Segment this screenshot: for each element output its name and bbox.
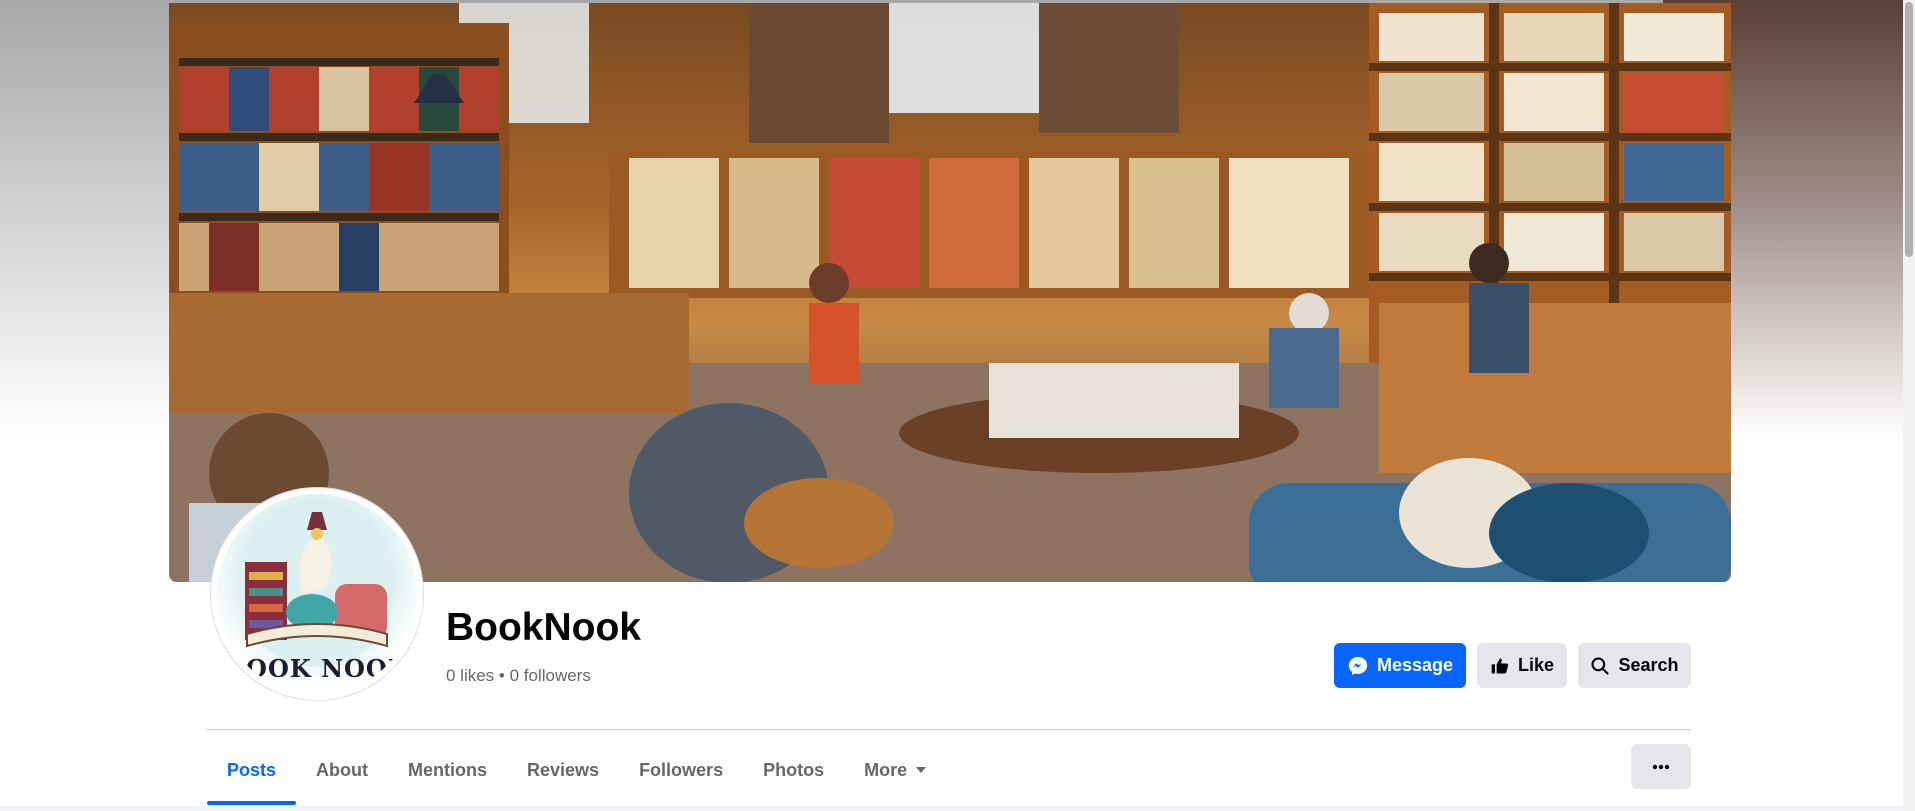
message-button[interactable]: Message (1334, 643, 1466, 688)
tab-followers[interactable]: Followers (619, 735, 743, 805)
tab-mentions[interactable]: Mentions (388, 735, 507, 805)
cover-photo[interactable] (169, 3, 1731, 582)
more-options-button[interactable] (1631, 744, 1691, 789)
ellipsis-icon (1652, 764, 1670, 769)
tab-label: Mentions (408, 759, 488, 780)
like-button[interactable]: Like (1477, 643, 1567, 688)
tab-more[interactable]: More (844, 735, 947, 805)
tab-photos[interactable]: Photos (743, 735, 844, 805)
cover-illustration (169, 3, 1731, 582)
booknook-logo: BOOK NOOK (217, 494, 417, 694)
header-divider (207, 729, 1691, 730)
search-icon (1591, 656, 1610, 675)
search-button[interactable]: Search (1578, 643, 1691, 688)
tab-label: Posts (227, 759, 277, 780)
message-label: Message (1376, 655, 1454, 675)
tab-label: More (864, 759, 908, 780)
tab-label: About (316, 759, 369, 780)
page-stats[interactable]: 0 likes • 0 followers (446, 666, 591, 686)
tab-label: Followers (639, 759, 724, 780)
tab-posts[interactable]: Posts (207, 735, 297, 805)
thumbs-up-icon (1491, 658, 1509, 673)
tab-label: Photos (763, 759, 825, 780)
content-area-edge (0, 806, 1903, 811)
chevron-down-icon (916, 767, 927, 773)
tab-reviews[interactable]: Reviews (507, 735, 619, 805)
messenger-icon (1348, 656, 1368, 675)
search-label: Search (1618, 655, 1679, 675)
logo-text: BOOK NOOK (224, 654, 410, 683)
like-label: Like (1517, 655, 1555, 675)
tab-label: Reviews (527, 759, 600, 780)
profile-picture[interactable]: BOOK NOOK (211, 488, 423, 700)
tab-about[interactable]: About (296, 735, 388, 805)
vertical-scrollbar[interactable] (1903, 0, 1915, 811)
scrollbar-thumb[interactable] (1905, 2, 1913, 257)
page-tabs: Posts About Mentions Reviews Followers P… (207, 735, 947, 805)
page-title: BookNook (446, 606, 641, 649)
